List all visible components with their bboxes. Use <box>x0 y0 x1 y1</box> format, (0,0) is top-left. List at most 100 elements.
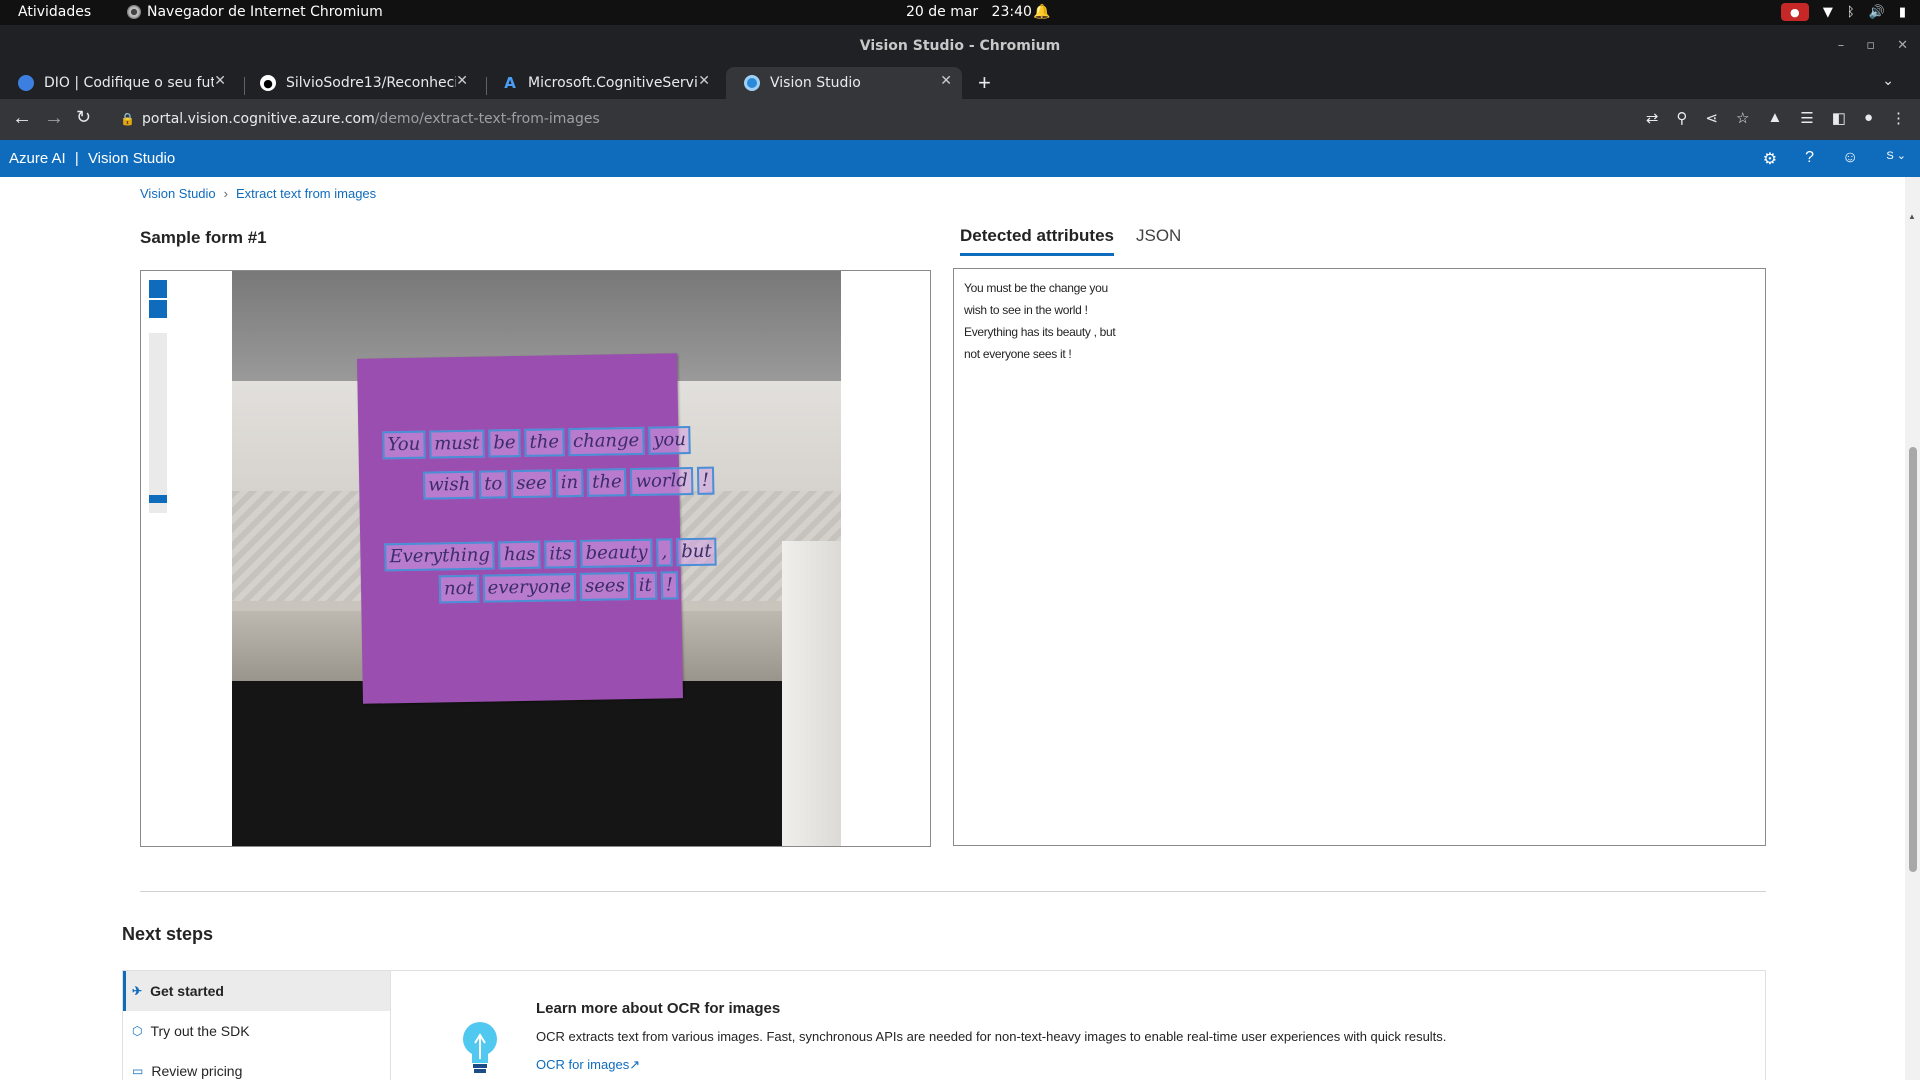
account-menu[interactable]: S ⌄ <box>1886 149 1906 169</box>
ocr-word-box: the <box>524 428 565 457</box>
back-icon[interactable]: ← <box>12 107 32 130</box>
ocr-word-box: has <box>498 540 541 570</box>
extensions-icon[interactable]: ▲ <box>1767 109 1782 127</box>
date-label: 20 de mar <box>906 4 979 20</box>
time-label: 23:40 <box>991 4 1032 20</box>
dio-icon <box>18 75 34 91</box>
feedback-smile-icon[interactable]: ☺ <box>1842 149 1858 169</box>
forward-icon[interactable]: → <box>44 107 64 130</box>
ocr-line: You must be the change you <box>382 426 692 460</box>
section-divider <box>140 891 1766 892</box>
ocr-word-box: ! <box>660 571 679 600</box>
tab-title: Vision Studio <box>770 75 861 91</box>
clock[interactable]: 20 de mar 23:40 <box>906 4 1032 20</box>
tab-dio[interactable]: DIO | Codifique o seu futuro ✕ <box>0 67 236 99</box>
app-menu[interactable]: Navegador de Internet Chromium <box>127 4 383 20</box>
zoom-slider-track[interactable] <box>149 333 167 513</box>
translate-icon[interactable]: ⇄ <box>1646 109 1659 127</box>
scrollbar-thumb[interactable] <box>1909 447 1917 872</box>
system-tray[interactable]: ● ▼ ᛒ 🔊 ▮ <box>1780 3 1906 21</box>
app-name: Navegador de Internet Chromium <box>147 4 383 20</box>
next-steps-panel: ✈ Get started ⬡ Try out the SDK ▭ Review… <box>122 970 1766 1080</box>
github-icon: ● <box>260 75 276 91</box>
azure-ai-label: Azure AI <box>9 150 66 167</box>
share-icon[interactable]: ⋖ <box>1705 109 1718 127</box>
vision-studio-icon <box>744 75 760 91</box>
next-steps-title: Next steps <box>122 924 214 944</box>
azure-header: Azure AI | Vision Studio ⚙ ? ☺ S ⌄ <box>0 140 1920 177</box>
next-steps-get-started[interactable]: ✈ Get started <box>123 971 390 1011</box>
next-steps-heading: Learn more about OCR for images <box>536 1000 781 1017</box>
chevron-right-icon: › <box>223 186 228 201</box>
help-icon[interactable]: ? <box>1805 149 1814 169</box>
tab-github[interactable]: ● SilvioSodre13/Reconhecimento ✕ <box>242 67 478 99</box>
activities-button[interactable]: Atividades <box>18 4 91 20</box>
brand-separator: | <box>74 150 79 167</box>
lock-icon[interactable]: 🔒 <box>120 103 135 136</box>
ocr-word-box: not <box>438 574 479 604</box>
next-steps-try-sdk[interactable]: ⬡ Try out the SDK <box>123 1011 390 1051</box>
reload-icon[interactable]: ↻ <box>76 107 91 128</box>
tab-search-icon[interactable]: ⌄ <box>1882 72 1894 89</box>
maximize-icon[interactable]: ▫ <box>1866 25 1875 67</box>
next-steps-menu: ✈ Get started ⬡ Try out the SDK ▭ Review… <box>123 971 391 1080</box>
close-icon[interactable]: ✕ <box>456 73 468 89</box>
tab-microsoft[interactable]: A Microsoft.CognitiveServices ✕ <box>484 67 720 99</box>
ocr-line: wish to see in the world! <box>422 466 715 500</box>
new-tab-button[interactable]: + <box>978 70 991 96</box>
close-icon[interactable]: ✕ <box>214 73 226 89</box>
sample-image: You must be the change you wish to see in the worl… <box>232 271 841 846</box>
close-icon[interactable]: ✕ <box>698 73 710 89</box>
detected-text-panel: You must be the change you wish to see i… <box>953 268 1766 846</box>
notification-bell-icon[interactable]: 🔔 <box>1033 4 1050 20</box>
ocr-word-box: ! <box>696 466 715 495</box>
ocr-line: not everyone sees it! <box>438 571 679 604</box>
breadcrumb-current-link[interactable]: Extract text from images <box>236 186 376 201</box>
ocr-word-box: beauty <box>580 538 653 568</box>
azure-brand[interactable]: Azure AI | Vision Studio <box>9 150 175 167</box>
side-panel-icon[interactable]: ◧ <box>1832 109 1846 127</box>
tab-title: SilvioSodre13/Reconhecimento <box>286 75 456 91</box>
sticky-note: You must be the change you wish to see in the worl… <box>357 353 717 704</box>
ocr-word-box: but <box>676 537 717 567</box>
tab-title: Microsoft.CognitiveServices <box>528 75 698 91</box>
url-host: portal.vision.cognitive.azure.com <box>142 111 375 127</box>
page-scrollbar[interactable]: ▲ <box>1905 177 1920 1080</box>
profile-icon[interactable]: ● <box>1864 109 1873 127</box>
ocr-line: Everything has its beauty, but <box>384 537 717 572</box>
scroll-up-icon[interactable]: ▲ <box>1908 212 1916 221</box>
settings-gear-icon[interactable]: ⚙ <box>1763 149 1777 169</box>
external-link-icon: ↗ <box>629 1057 641 1072</box>
address-bar[interactable]: 🔒 portal.vision.cognitive.azure.com/demo… <box>108 103 1618 136</box>
rocket-icon: ✈ <box>132 984 143 998</box>
window-title: Vision Studio - Chromium <box>859 38 1061 54</box>
zoom-out-button[interactable] <box>149 300 167 318</box>
minimize-icon[interactable]: – <box>1838 25 1845 67</box>
ocr-word-box: sees <box>579 572 631 601</box>
zoom-in-button[interactable] <box>149 280 167 298</box>
ocr-word-box: you <box>647 426 692 455</box>
ocr-docs-link[interactable]: OCR for images↗ <box>536 1057 640 1073</box>
bookmark-star-icon[interactable]: ☆ <box>1736 109 1749 127</box>
tab-json[interactable]: JSON <box>1136 226 1181 256</box>
close-icon[interactable]: ✕ <box>940 73 952 89</box>
breadcrumb-home-link[interactable]: Vision Studio <box>140 186 216 201</box>
menu-icon[interactable]: ⋮ <box>1891 109 1906 127</box>
header-actions: ⚙ ? ☺ S ⌄ <box>1763 149 1906 169</box>
wifi-icon: ▼ <box>1822 4 1833 20</box>
tab-detected-attributes[interactable]: Detected attributes <box>960 226 1114 256</box>
tab-strip: DIO | Codifique o seu futuro ✕ ● SilvioS… <box>0 63 1920 99</box>
menu-label: Review pricing <box>151 1063 243 1079</box>
tab-vision-studio[interactable]: Vision Studio ✕ <box>726 67 962 99</box>
next-steps-review-pricing[interactable]: ▭ Review pricing <box>123 1051 390 1080</box>
sample-title: Sample form #1 <box>140 228 267 247</box>
zoom-icon[interactable]: ⚲ <box>1676 109 1687 127</box>
image-viewer[interactable]: You must be the change you wish to see in the worl… <box>140 270 931 847</box>
zoom-slider-thumb[interactable] <box>149 495 167 503</box>
close-window-icon[interactable]: ✕ <box>1897 25 1908 67</box>
ocr-word-box: be <box>488 428 521 458</box>
reading-list-icon[interactable]: ☰ <box>1800 109 1813 127</box>
ocr-word-box: see <box>511 469 553 499</box>
ocr-word-box: , <box>656 538 673 567</box>
screen-record-icon[interactable]: ● <box>1780 3 1809 21</box>
